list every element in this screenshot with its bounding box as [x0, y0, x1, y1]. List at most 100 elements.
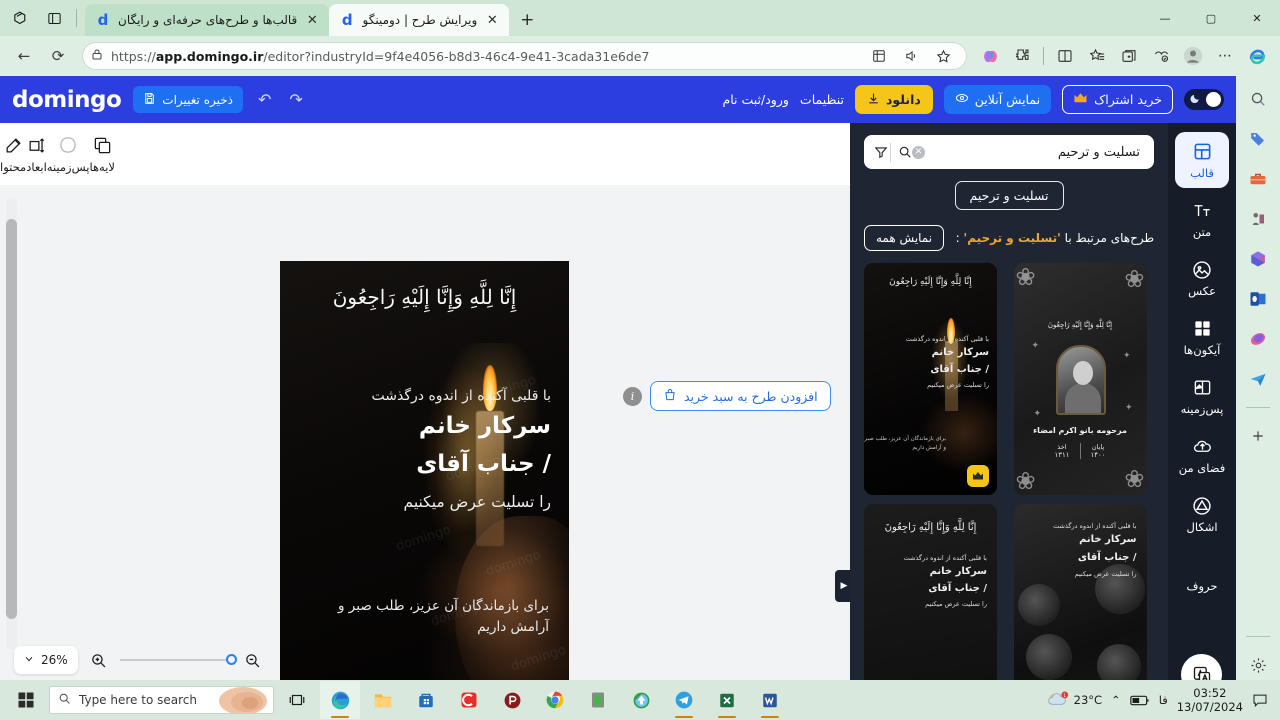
- add-to-cart-button[interactable]: افزودن طرح به سبد خرید: [650, 381, 831, 411]
- favorites-list-icon[interactable]: [1082, 41, 1112, 71]
- tray-language-indicator[interactable]: فا: [1159, 693, 1168, 707]
- tray-expand-chevron-icon[interactable]: ⌃: [1111, 693, 1121, 707]
- search-icon[interactable]: [1243, 84, 1273, 114]
- copilot-brain-icon[interactable]: [975, 41, 1005, 71]
- template-card-white-flowers[interactable]: إِنَّا لِلَّهِ وَإِنَّا إِلَيْهِ رَاجِعُ…: [864, 504, 997, 680]
- rail-item-shapes[interactable]: اشکال: [1175, 486, 1229, 542]
- shopping-tag-icon[interactable]: [1243, 124, 1273, 154]
- info-icon[interactable]: i: [623, 386, 642, 406]
- telegram-icon[interactable]: [1243, 364, 1273, 394]
- extensions-icon[interactable]: [1007, 41, 1037, 71]
- telegram-icon[interactable]: [664, 681, 704, 719]
- apps-grid-icon[interactable]: [864, 41, 894, 71]
- search-input[interactable]: تسلیت و ترحیم: [927, 145, 1148, 160]
- theme-toggle[interactable]: [1184, 89, 1224, 110]
- copilot-icon[interactable]: [1242, 41, 1272, 71]
- design-line-2[interactable]: سرکار خانم: [419, 413, 551, 439]
- premium-crown-icon[interactable]: [967, 465, 989, 487]
- excel-icon[interactable]: [707, 681, 747, 719]
- file-explorer-icon[interactable]: [363, 681, 403, 719]
- undo-button[interactable]: ↶: [255, 90, 274, 109]
- battery-icon[interactable]: [1129, 694, 1150, 707]
- rail-item-text[interactable]: متن: [1175, 191, 1229, 247]
- zoom-level-select[interactable]: 26%: [14, 646, 78, 674]
- close-window-button[interactable]: ✕: [1234, 1, 1280, 35]
- browser-tab-2[interactable]: d ویرایش طرح | دومینگو ✕: [329, 4, 510, 36]
- task-view-icon[interactable]: [277, 681, 317, 719]
- filter-icon[interactable]: [872, 145, 888, 159]
- redo-button[interactable]: ↷: [286, 90, 305, 109]
- taskbar-clock[interactable]: 03:52 13/07/2024: [1177, 686, 1243, 715]
- notification-icon[interactable]: [1252, 693, 1268, 708]
- template-search-bar[interactable]: تسلیت و ترحیم ✕: [864, 135, 1154, 169]
- settings-more-icon[interactable]: ⋯: [1210, 41, 1240, 71]
- new-tab-button[interactable]: +: [513, 6, 541, 34]
- workspaces-icon[interactable]: [4, 4, 36, 32]
- close-icon[interactable]: ✕: [484, 12, 500, 28]
- maximize-button[interactable]: ▢: [1188, 1, 1234, 35]
- favorite-star-icon[interactable]: [928, 41, 958, 71]
- rail-item-letters[interactable]: حروف: [1175, 545, 1229, 601]
- read-aloud-icon[interactable]: [896, 41, 926, 71]
- tool-content[interactable]: محتوا: [0, 134, 26, 174]
- buy-subscription-button[interactable]: خرید اشتراک: [1062, 85, 1173, 114]
- canvas-vertical-scrollbar[interactable]: [6, 199, 17, 649]
- template-card-candle[interactable]: إِنَّا لِلَّهِ وَإِنَّا إِلَيْهِ رَاجِعُ…: [864, 263, 997, 495]
- taskbar-search-box[interactable]: Type here to search: [49, 686, 274, 714]
- notepad-icon[interactable]: [578, 681, 618, 719]
- minimize-button[interactable]: —: [1142, 1, 1188, 35]
- tools-icon[interactable]: [1243, 164, 1273, 194]
- design-line-4[interactable]: را تسلیت عرض میکنیم: [404, 493, 552, 511]
- office-icon[interactable]: [1243, 244, 1273, 274]
- designer-icon[interactable]: [1243, 324, 1273, 354]
- design-line-5[interactable]: برای بازماندگان آن عزیز، طلب صبر و آرامش…: [309, 596, 549, 638]
- design-line-1[interactable]: با قلبی آکنده از اندوه درگذشت: [301, 388, 551, 404]
- tool-dimensions[interactable]: ابعاد: [26, 134, 47, 174]
- edge-icon[interactable]: [320, 681, 360, 719]
- profile-avatar-icon[interactable]: [1178, 41, 1208, 71]
- outlook-icon[interactable]: [1243, 284, 1273, 314]
- pdf-app-icon[interactable]: [492, 681, 532, 719]
- browser-essentials-icon[interactable]: [1146, 41, 1176, 71]
- zoom-slider[interactable]: [119, 654, 237, 665]
- tool-layers[interactable]: لایه‌ها: [89, 134, 115, 174]
- scrollbar-thumb[interactable]: [6, 219, 17, 619]
- rail-item-background[interactable]: پس‌زمینه: [1175, 368, 1229, 424]
- clear-search-icon[interactable]: ✕: [912, 145, 925, 159]
- canvas-area[interactable]: domingo domingo domingo domingo domingo …: [0, 185, 850, 680]
- design-canvas[interactable]: domingo domingo domingo domingo domingo …: [280, 261, 569, 680]
- download-button[interactable]: دانلود: [855, 85, 933, 114]
- tab-list-icon[interactable]: [38, 4, 70, 32]
- expand-panel-button[interactable]: ▶: [835, 570, 850, 602]
- weather-widget[interactable]: 1 23°C: [1047, 691, 1102, 709]
- save-changes-button[interactable]: ذخیره تغییرات: [133, 86, 243, 113]
- microsoft-store-icon[interactable]: [406, 681, 446, 719]
- template-card-black-roses[interactable]: با قلبی آکنده از اندوه درگذشت سرکار خانم…: [1013, 504, 1147, 680]
- filter-chip[interactable]: تسلیت و ترحیم: [954, 181, 1064, 210]
- add-icon[interactable]: [1243, 421, 1273, 451]
- login-register-link[interactable]: ورود/ثبت نام: [723, 92, 789, 107]
- design-quran-verse[interactable]: إِنَّا لِلَّهِ وَإِنَّا إِلَيْهِ رَاجِعُ…: [300, 285, 549, 309]
- refresh-icon[interactable]: ⟳: [42, 40, 74, 72]
- tool-background[interactable]: پس‌زمینه: [47, 134, 89, 174]
- browser-tab-1[interactable]: d قالب‌ها و طرح‌های حرفه‌ای و رایگان ✕: [85, 4, 330, 36]
- camtasia-icon[interactable]: [449, 681, 489, 719]
- sidebar-settings-gear-icon[interactable]: [1243, 650, 1273, 680]
- rail-item-icons[interactable]: آیکون‌ها: [1175, 309, 1229, 365]
- design-line-3[interactable]: / جناب آقای: [416, 451, 551, 477]
- template-card-portrait[interactable]: ❀ ❀ ❀ ❀ ✦ ✦ ✦ ✦ إِنَّا لِلَّهِ وَإِنَّا …: [1013, 263, 1147, 495]
- close-icon[interactable]: ✕: [304, 12, 320, 28]
- zoom-slider-knob[interactable]: [225, 654, 237, 665]
- rail-item-template[interactable]: قالب: [1175, 132, 1229, 188]
- back-icon[interactable]: ←: [8, 40, 40, 72]
- online-preview-button[interactable]: نمایش آنلاین: [943, 85, 1052, 114]
- show-all-button[interactable]: نمایش همه: [864, 225, 945, 251]
- search-icon[interactable]: [898, 145, 912, 159]
- split-screen-icon[interactable]: [1050, 41, 1080, 71]
- settings-link[interactable]: تنظیمات: [800, 92, 844, 107]
- chrome-icon[interactable]: [535, 681, 575, 719]
- rail-item-my-space[interactable]: فضای من: [1175, 427, 1229, 483]
- games-icon[interactable]: [1243, 204, 1273, 234]
- zoom-in-button[interactable]: [88, 649, 110, 671]
- idm-icon[interactable]: [621, 681, 661, 719]
